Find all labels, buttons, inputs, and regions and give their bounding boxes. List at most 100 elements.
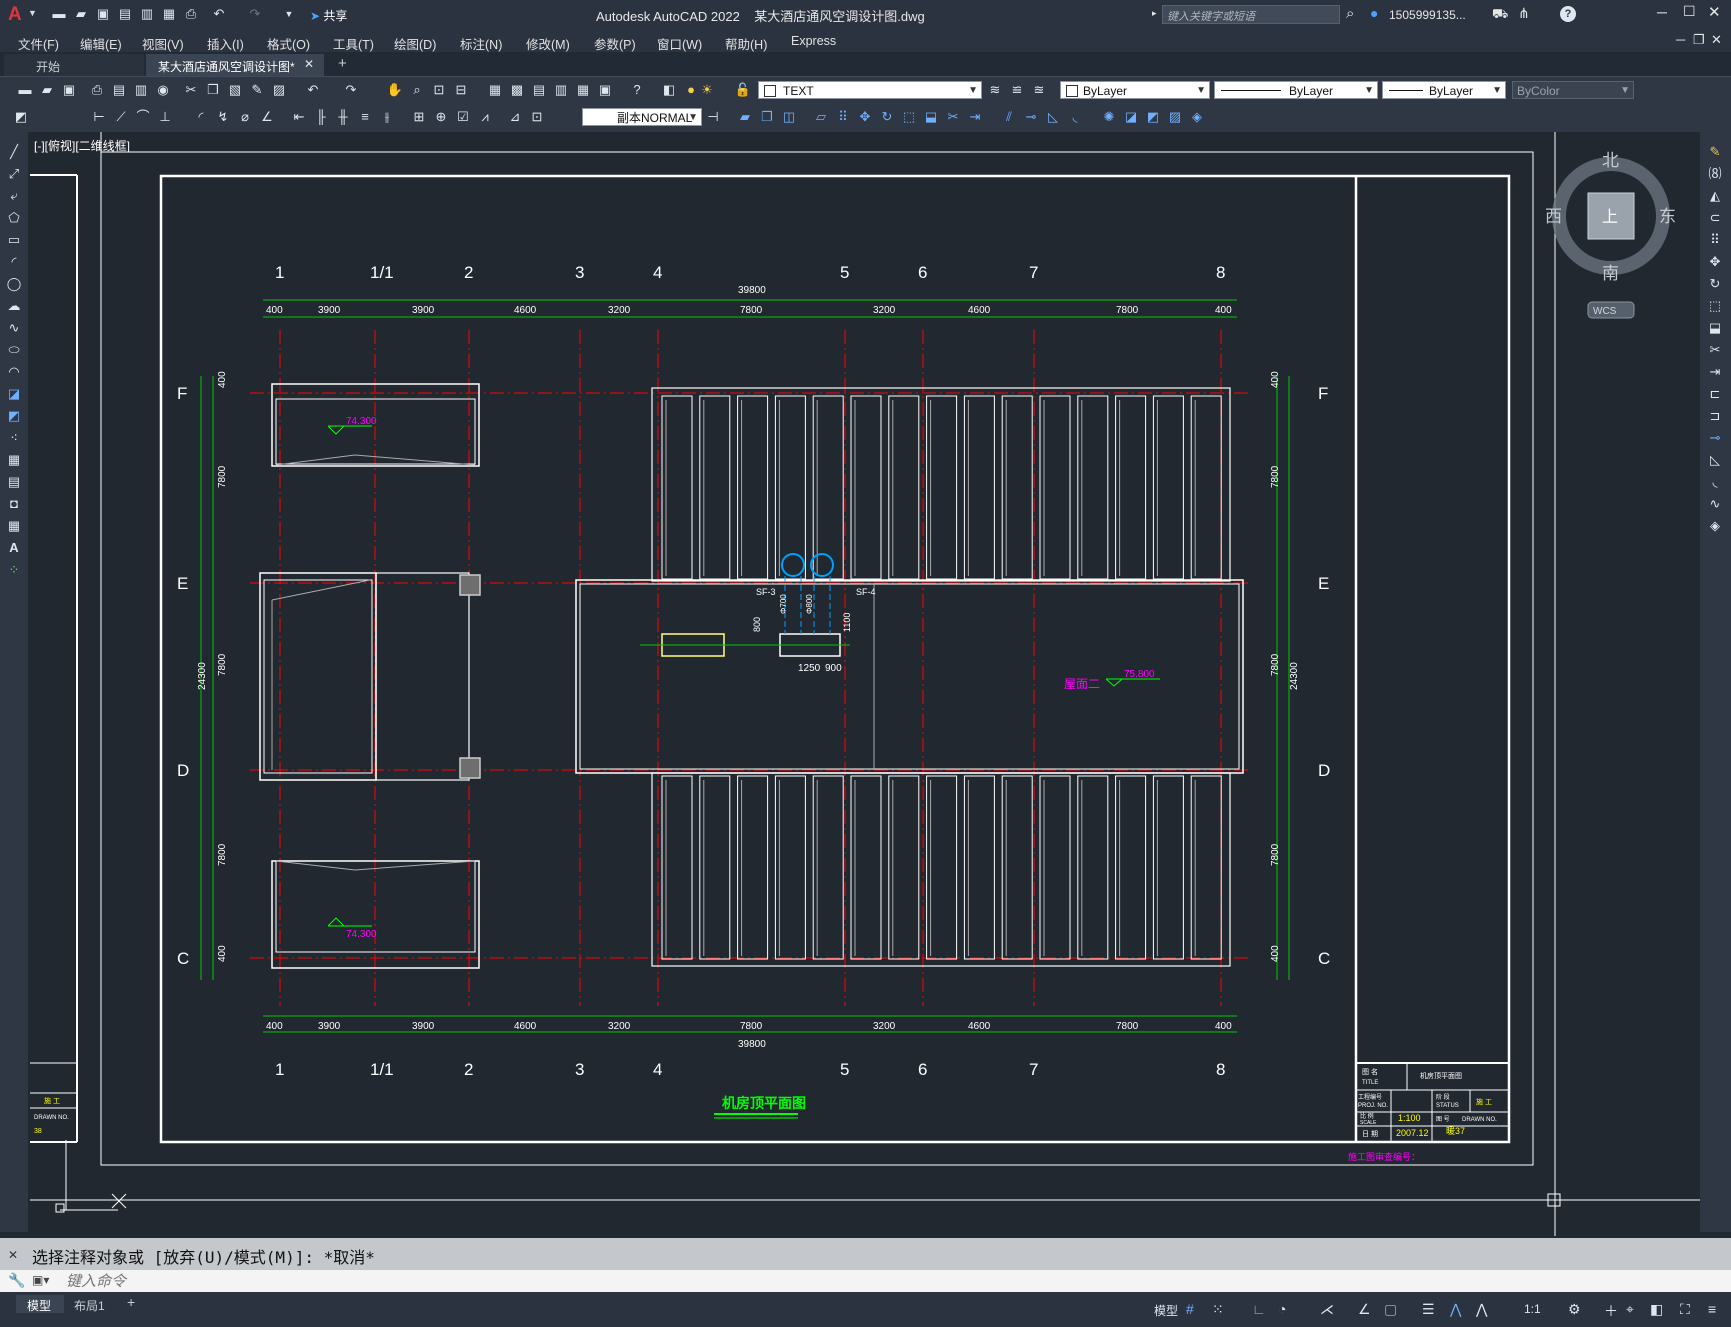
- gradient-icon[interactable]: ▤: [5, 474, 23, 490]
- redo-icon-2[interactable]: ↷: [342, 82, 360, 98]
- make-block-icon[interactable]: ◩: [1144, 109, 1162, 125]
- jogged-linear-icon[interactable]: ⩘: [476, 109, 494, 125]
- blend-right-icon[interactable]: ∿: [1706, 496, 1724, 512]
- revcloud-icon[interactable]: ☁: [5, 298, 23, 314]
- customize-qat-icon[interactable]: ▼: [280, 6, 298, 22]
- layer-previous-icon[interactable]: ≌: [1008, 82, 1026, 98]
- viewcube-east[interactable]: 东: [1659, 207, 1676, 226]
- dimstyle-dropdown[interactable]: 副本NORMAL ▼: [582, 108, 702, 126]
- viewport-controls[interactable]: [-][俯视][二维线框]: [34, 138, 130, 153]
- cart-icon[interactable]: ⛟: [1492, 6, 1508, 24]
- tab-layout1[interactable]: 布局1: [66, 1295, 116, 1313]
- scale-right-icon[interactable]: ⬚: [1706, 298, 1724, 314]
- line-icon[interactable]: ╱: [5, 144, 23, 160]
- properties-icon[interactable]: ▦: [486, 82, 504, 98]
- blockeditor-icon[interactable]: ▨: [270, 82, 288, 98]
- designcenter-icon[interactable]: ▩: [508, 82, 526, 98]
- save-icon[interactable]: ▣: [94, 6, 112, 22]
- snap-icon[interactable]: ⁙: [1212, 1301, 1224, 1318]
- modify-mirror-icon[interactable]: ◫: [780, 109, 798, 125]
- menu-insert[interactable]: 插入(I): [207, 34, 244, 53]
- doc-close-icon[interactable]: ✕: [1711, 32, 1722, 48]
- viewcube-west[interactable]: 西: [1545, 207, 1562, 226]
- rectangle-icon[interactable]: ▭: [5, 232, 23, 248]
- modify-fillet-icon[interactable]: ◟: [1066, 109, 1084, 125]
- break-point-icon[interactable]: ⊏: [1706, 386, 1724, 402]
- make-current-icon[interactable]: ≋: [986, 82, 1004, 98]
- zoom-previous-icon[interactable]: ⊟: [452, 82, 470, 98]
- insert-block-left-icon[interactable]: ◪: [5, 386, 23, 402]
- modify-copy-icon[interactable]: ❐: [758, 109, 776, 125]
- inspect-icon[interactable]: ☑: [454, 109, 472, 125]
- insert-block-icon[interactable]: ◪: [1122, 109, 1140, 125]
- command-recent-icon[interactable]: ▣▾: [32, 1273, 49, 1287]
- draworder-icon[interactable]: ◩: [12, 109, 30, 125]
- ellipse-icon[interactable]: ⬭: [5, 342, 23, 358]
- array-right-icon[interactable]: ⠿: [1706, 232, 1724, 248]
- tab-model[interactable]: 模型: [16, 1295, 64, 1313]
- region-left-icon[interactable]: ◘: [5, 496, 23, 512]
- dimension-aligned-icon[interactable]: ⟋: [112, 109, 130, 125]
- menu-dimension[interactable]: 标注(N): [460, 34, 502, 53]
- workspace-gear-icon[interactable]: ⚙: [1568, 1301, 1581, 1318]
- menu-view[interactable]: 视图(V): [142, 34, 184, 53]
- dimension-jogged-icon[interactable]: ↯: [214, 109, 232, 125]
- menu-modify[interactable]: 修改(M): [526, 34, 570, 53]
- sheetset-icon[interactable]: ▥: [552, 82, 570, 98]
- save-as-icon[interactable]: ▤: [116, 6, 134, 22]
- layer-properties-icon[interactable]: ◧: [660, 82, 678, 98]
- menu-help[interactable]: 帮助(H): [725, 34, 767, 53]
- save-icon-2[interactable]: ▣: [60, 82, 78, 98]
- lineweight-dropdown[interactable]: ByLayer ▼: [1382, 81, 1506, 99]
- minimize-icon[interactable]: ─: [1657, 4, 1667, 20]
- save-to-web-icon[interactable]: ▦: [160, 6, 178, 22]
- app-menu-chevron-icon[interactable]: ▼: [28, 8, 37, 18]
- units-icon[interactable]: ⌖: [1626, 1301, 1634, 1318]
- help-icon[interactable]: ?: [1560, 6, 1576, 22]
- annotation-scale[interactable]: 1:1: [1524, 1302, 1541, 1316]
- menu-draw[interactable]: 绘图(D): [394, 34, 436, 53]
- open-file-icon[interactable]: ▰: [72, 6, 90, 22]
- menu-tools[interactable]: 工具(T): [333, 34, 374, 53]
- help-toolbar-icon[interactable]: ?: [628, 82, 646, 98]
- lineweight-icon[interactable]: ☰: [1422, 1301, 1435, 1318]
- trim-right-icon[interactable]: ✂: [1706, 342, 1724, 358]
- plot-icon-2[interactable]: ⎙: [88, 82, 106, 98]
- grid-icon[interactable]: #: [1186, 1301, 1194, 1317]
- modify-offset-icon[interactable]: ▱: [812, 109, 830, 125]
- add-layout-button[interactable]: +: [127, 1294, 135, 1310]
- layer-freeze-icon[interactable]: ☀: [698, 82, 716, 98]
- command-settings-icon[interactable]: 🔧: [8, 1272, 25, 1289]
- open-from-web-icon[interactable]: ▥: [138, 6, 156, 22]
- close-icon[interactable]: ✕: [1708, 3, 1721, 21]
- qnew-icon[interactable]: ▬: [16, 82, 34, 98]
- pan-icon[interactable]: ✋: [386, 82, 404, 98]
- autocad-logo-icon[interactable]: A: [8, 4, 22, 26]
- explode-right-icon[interactable]: ◈: [1706, 518, 1724, 534]
- modify-stretch-icon[interactable]: ⬓: [922, 109, 940, 125]
- isolate-icon[interactable]: ◧: [1650, 1301, 1663, 1318]
- modify-explode-icon[interactable]: ✺: [1100, 109, 1118, 125]
- menu-parametric[interactable]: 参数(P): [594, 34, 636, 53]
- extend-right-icon[interactable]: ⇥: [1706, 364, 1724, 380]
- add-selected-icon[interactable]: ⁘: [5, 562, 23, 578]
- new-tab-button[interactable]: +: [338, 55, 347, 72]
- mtext-icon[interactable]: A: [5, 540, 23, 556]
- rotate-right-icon[interactable]: ↻: [1706, 276, 1724, 292]
- dimension-angular-icon[interactable]: ∠: [258, 109, 276, 125]
- quick-dimension-icon[interactable]: ⇤: [290, 109, 308, 125]
- drawing-canvas[interactable]: 施 工 DRAWN NO. 38 SF-3 SF-4 1250 900 800 …: [30, 132, 1700, 1236]
- open-icon[interactable]: ▰: [38, 82, 56, 98]
- share-button[interactable]: ➤ 共享: [310, 7, 347, 24]
- mirror-right-icon[interactable]: ◭: [1706, 188, 1724, 204]
- doc-minimize-icon[interactable]: ─: [1676, 32, 1685, 47]
- dimension-break-icon[interactable]: ⫲: [378, 109, 396, 125]
- a360-icon[interactable]: ⋔: [1518, 5, 1530, 22]
- modify-trim-icon[interactable]: ✂: [944, 109, 962, 125]
- polar-icon[interactable]: ◔: [1278, 1301, 1286, 1317]
- command-input[interactable]: [64, 1271, 1708, 1291]
- region-icon[interactable]: ◈: [1188, 109, 1206, 125]
- maximize-icon[interactable]: ☐: [1683, 3, 1696, 20]
- make-block-left-icon[interactable]: ◩: [5, 408, 23, 424]
- dimension-arc-icon[interactable]: ⌒: [134, 109, 152, 125]
